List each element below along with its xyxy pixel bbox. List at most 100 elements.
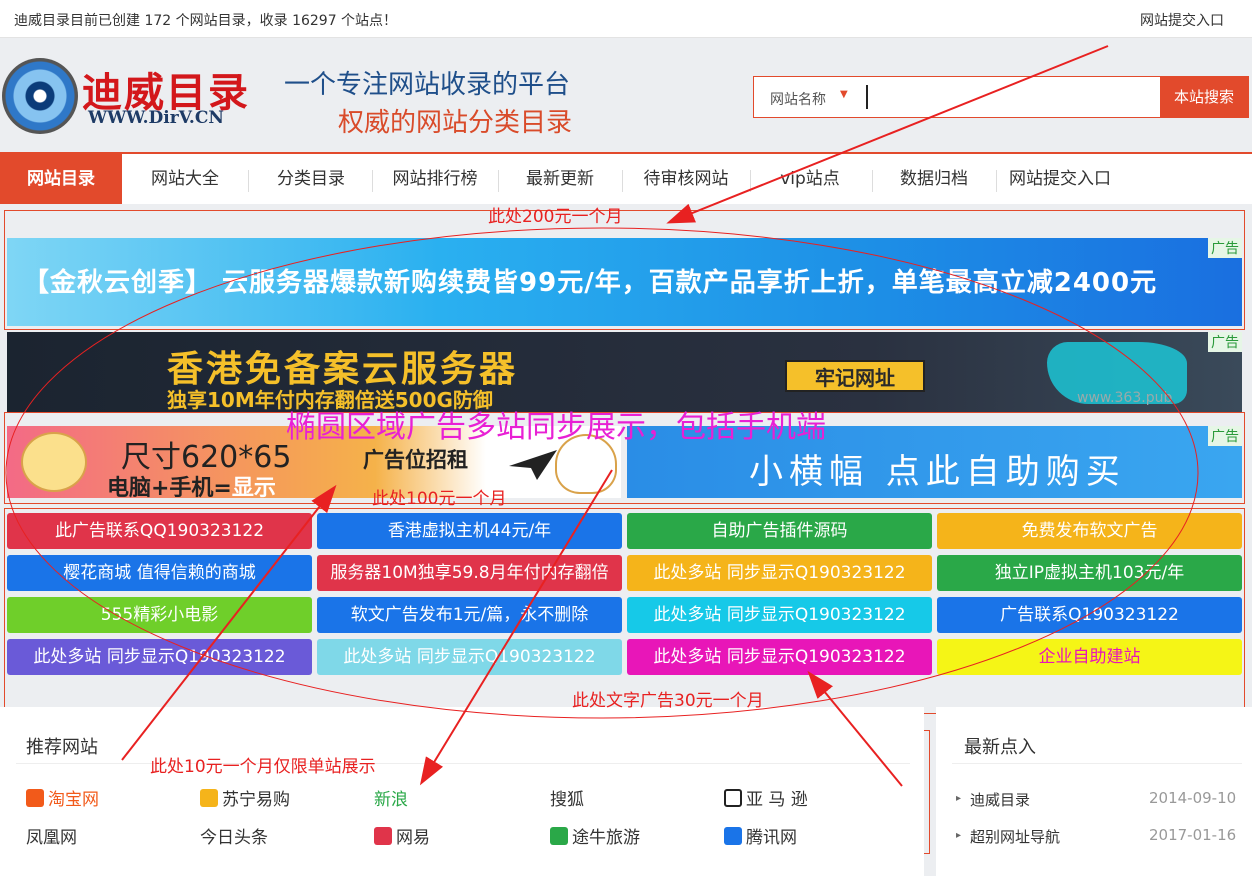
main-nav: 网站目录 网站大全 分类目录 网站排行榜 最新更新 待审核网站 vip站点 数据… — [0, 152, 1252, 204]
latest-item-name[interactable]: 超别网址导航 — [970, 826, 1060, 847]
banner-ad-device-text: 电脑+手机= — [107, 476, 232, 498]
chevron-down-icon[interactable]: ▼ — [840, 89, 848, 100]
banner-ad-url: www.363.pub — [1077, 390, 1173, 406]
latest-item-date: 2017-01-16 — [1149, 826, 1237, 844]
recommended-site[interactable]: 凤凰网 — [26, 823, 77, 848]
recommended-site-name: 新浪 — [374, 790, 408, 810]
banner-ad-text: 小横幅 点此自助购买 — [749, 452, 1126, 492]
text-ad-link[interactable]: 樱花商城 值得信赖的商城 — [7, 555, 312, 591]
text-ad-link[interactable]: 此处多站 同步显示Q190323122 — [627, 597, 932, 633]
netease-icon — [374, 827, 392, 845]
nav-item-submit[interactable]: 网站提交入口 — [998, 154, 1122, 204]
search-button[interactable]: 本站搜索 — [1160, 77, 1248, 117]
nav-divider — [248, 170, 249, 192]
banner-ad-cloud[interactable]: 【金秋云创季】 云服务器爆款新购续费皆99元/年，百款产品享折上折，单笔最高立减… — [7, 238, 1242, 326]
nav-divider — [622, 170, 623, 192]
recommended-site-name: 凤凰网 — [26, 828, 77, 848]
nav-item-directory[interactable]: 网站目录 — [0, 154, 122, 204]
nav-item-archive[interactable]: 数据归档 — [874, 154, 994, 204]
nav-divider — [872, 170, 873, 192]
bullet-icon: ▸ — [956, 793, 962, 804]
recommended-site-name: 今日头条 — [200, 828, 268, 848]
banner-ad-hk-server[interactable]: 香港免备案云服务器 独享10M年付内存翻倍送500G防御 牢记网址 www.36… — [7, 332, 1242, 412]
bullet-icon: ▸ — [956, 830, 962, 841]
text-ad-link[interactable]: 独立IP虚拟主机103元/年 — [937, 555, 1242, 591]
text-ad-link[interactable]: 企业自助建站 — [937, 639, 1242, 675]
tuniu-icon — [550, 827, 568, 845]
nav-divider — [498, 170, 499, 192]
banner-ad-device-show: 显示 — [231, 476, 276, 498]
nav-item-categories[interactable]: 分类目录 — [250, 154, 372, 204]
remember-url-button[interactable]: 牢记网址 — [785, 360, 925, 392]
taobao-icon — [26, 789, 44, 807]
submit-site-link[interactable]: 网站提交入口 — [1140, 10, 1224, 30]
nav-divider — [750, 170, 751, 192]
nav-divider — [996, 170, 997, 192]
banner-ad-text: 【金秋云创季】 云服务器爆款新购续费皆99元/年，百款产品享折上折，单笔最高立减… — [23, 268, 1158, 298]
banner-ad-device: 电脑+手机=显示 — [107, 470, 276, 498]
annotation-ellipse: 椭圆区域广告多站同步展示，包括手机端 — [286, 410, 826, 445]
annotation-10: 此处10元一个月仅限单站展示 — [150, 757, 376, 777]
latest-item-date: 2014-09-10 — [1149, 789, 1237, 807]
text-ad-link[interactable]: 自助广告插件源码 — [627, 513, 932, 549]
header: 迪威目录 WWW.DirV.CN 一个专注网站收录的平台 权威的网站分类目录 网… — [0, 40, 1252, 150]
text-ad-link[interactable]: 软文广告发布1元/篇，永不删除 — [317, 597, 622, 633]
search-type-select[interactable]: 网站名称 — [770, 89, 826, 109]
latest-title: 最新点入 — [964, 737, 1036, 758]
latest-panel: 最新点入 ▸ 迪威目录 2014-09-10 ▸ 超别网址导航 2017-01-… — [936, 707, 1252, 876]
text-ad-link[interactable]: 香港虚拟主机44元/年 — [317, 513, 622, 549]
nav-item-latest[interactable]: 最新更新 — [500, 154, 620, 204]
search-box: 网站名称 ▼ 本站搜索 — [753, 76, 1249, 118]
nav-divider — [372, 170, 373, 192]
nav-item-pending[interactable]: 待审核网站 — [624, 154, 748, 204]
amazon-icon — [724, 789, 742, 807]
recommended-site-name: 网易 — [396, 828, 430, 848]
latest-item-name[interactable]: 迪威目录 — [970, 789, 1030, 810]
text-ad-link[interactable]: 此处多站 同步显示Q190323122 — [627, 639, 932, 675]
paper-plane-icon — [509, 450, 557, 480]
recommended-site[interactable]: 新浪 — [374, 785, 408, 810]
tencent-icon — [724, 827, 742, 845]
recommended-site[interactable]: 网易 — [374, 823, 430, 848]
recommended-site[interactable]: 淘宝网 — [26, 785, 99, 810]
text-ad-link[interactable]: 广告联系Q190323122 — [937, 597, 1242, 633]
annotation-200: 此处200元一个月 — [488, 207, 623, 227]
ad-tag: 广告 — [1208, 238, 1242, 258]
nav-item-ranking[interactable]: 网站排行榜 — [374, 154, 496, 204]
recommended-site-name: 苏宁易购 — [222, 790, 290, 810]
ad-tag: 广告 — [1208, 332, 1242, 352]
recommended-title: 推荐网站 — [26, 737, 98, 758]
recommended-site[interactable]: 途牛旅游 — [550, 823, 640, 848]
text-ad-link[interactable]: 此处多站 同步显示Q190323122 — [317, 639, 622, 675]
recommended-site[interactable]: 亚 马 逊 — [724, 785, 808, 810]
recommended-site[interactable]: 搜狐 — [550, 785, 584, 810]
recommended-site-name: 途牛旅游 — [572, 828, 640, 848]
slogan-primary: 一个专注网站收录的平台 — [284, 70, 571, 100]
text-ad-link[interactable]: 此处多站 同步显示Q190323122 — [627, 555, 932, 591]
recommended-site[interactable]: 腾讯网 — [724, 823, 797, 848]
suning-icon — [200, 789, 218, 807]
text-ad-link[interactable]: 免费发布软文广告 — [937, 513, 1242, 549]
site-count-notice: 迪威目录目前已创建 172 个网站目录，收录 16297 个站点！ — [14, 13, 398, 29]
ad-tag: 广告 — [1208, 426, 1242, 446]
recommended-site-name: 搜狐 — [550, 790, 584, 810]
recommended-site-name: 亚 马 逊 — [746, 790, 808, 810]
banner-ad-recruit-text: 广告位招租 — [363, 448, 468, 472]
search-input[interactable] — [866, 85, 1156, 109]
divider — [952, 763, 1242, 764]
text-ad-link[interactable]: 555精彩小电影 — [7, 597, 312, 633]
annotation-100: 此处100元一个月 — [372, 489, 507, 509]
logo-domain[interactable]: WWW.DirV.CN — [88, 108, 224, 128]
annotation-30: 此处文字广告30元一个月 — [572, 691, 764, 711]
nav-item-vip[interactable]: vip站点 — [752, 154, 868, 204]
recommended-panel: 推荐网站 淘宝网 苏宁易购 新浪 搜狐 亚 马 逊凤凰网 今日头条 网易 途牛旅游 腾讯网 — [0, 707, 924, 876]
nav-item-all-sites[interactable]: 网站大全 — [124, 154, 246, 204]
recommended-site[interactable]: 苏宁易购 — [200, 785, 290, 810]
recommended-site-name: 腾讯网 — [746, 828, 797, 848]
text-ad-link[interactable]: 此处多站 同步显示Q190323122 — [7, 639, 312, 675]
text-ad-link[interactable]: 此广告联系QQ190323122 — [7, 513, 312, 549]
disc-logo-icon[interactable] — [2, 58, 78, 134]
text-ad-link[interactable]: 服务器10M独享59.8月年付内存翻倍 — [317, 555, 622, 591]
recommended-site[interactable]: 今日头条 — [200, 823, 268, 848]
cartoon-girl-icon — [21, 432, 87, 492]
